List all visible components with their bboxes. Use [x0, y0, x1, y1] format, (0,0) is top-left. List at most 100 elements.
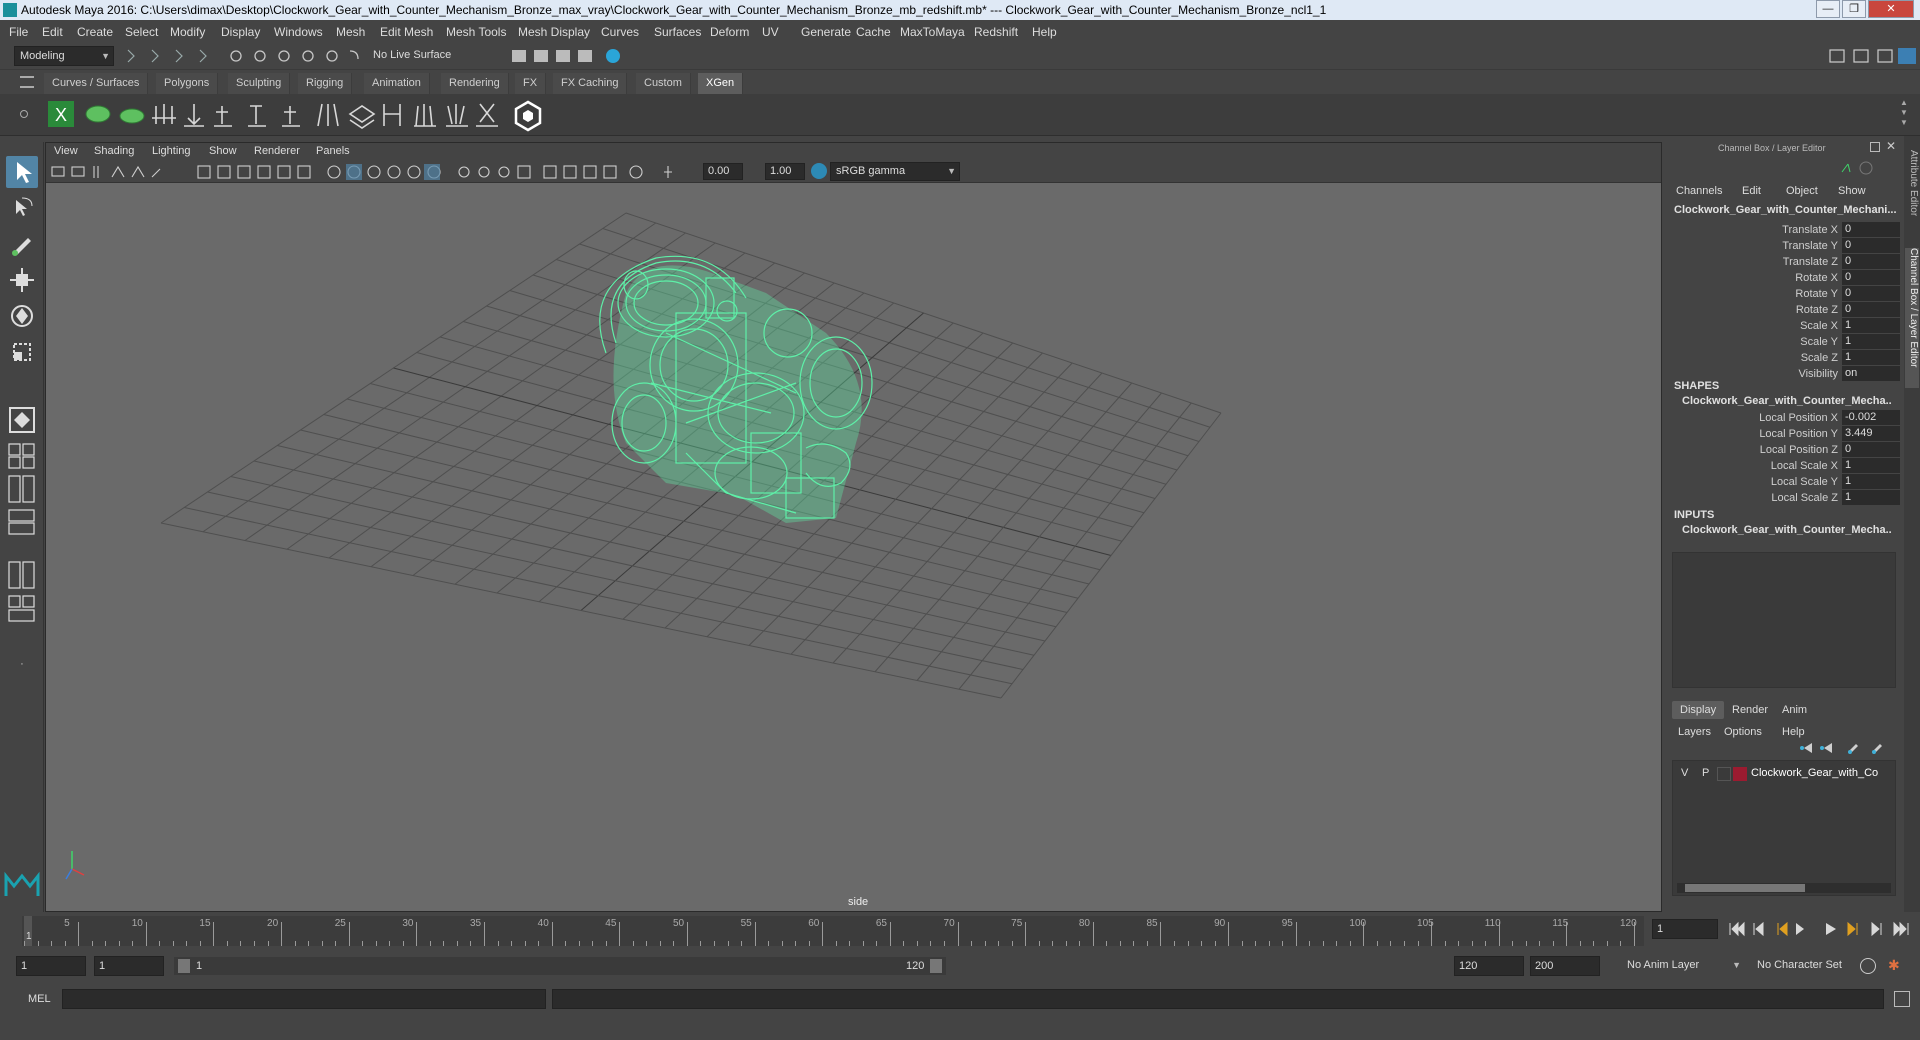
attr-row-local-scale-y[interactable]: Local Scale Y 1 — [1672, 474, 1900, 490]
attr-value-field[interactable]: 0 — [1842, 254, 1900, 269]
shelf-tab-polygons[interactable]: Polygons — [156, 73, 219, 94]
layer-menu-layers[interactable]: Layers — [1678, 726, 1711, 738]
live-surface-field[interactable]: No Live Surface — [368, 46, 466, 66]
lasso-tool-icon[interactable] — [6, 192, 38, 224]
shelf-menu-icon[interactable] — [20, 76, 34, 88]
range-start-handle[interactable] — [178, 959, 190, 973]
range-slider[interactable]: 1 120 — [174, 957, 946, 975]
menu-uv[interactable]: UV — [762, 25, 779, 39]
menu-mesh-display[interactable]: Mesh Display — [518, 25, 590, 39]
menu-mesh[interactable]: Mesh — [336, 25, 365, 39]
shelf-tab-curves-surfaces[interactable]: Curves / Surfaces — [44, 73, 149, 94]
shelf-tab-custom[interactable]: Custom — [636, 73, 691, 94]
attr-row-rotate-y[interactable]: Rotate Y 0 — [1672, 286, 1900, 302]
viewport-menu-renderer[interactable]: Renderer — [254, 145, 300, 157]
float-panel-icon[interactable] — [1870, 142, 1880, 152]
viewport-toolbar-icons[interactable] — [48, 163, 698, 181]
shelf-scroll-arrows[interactable]: ▲ ▼ ▼ — [1900, 98, 1914, 132]
select-tool-icon[interactable] — [6, 156, 38, 188]
input-node-name[interactable]: Clockwork_Gear_with_Counter_Mecha... — [1682, 524, 1892, 536]
anim-layer-dropdown[interactable]: No Anim Layer ▼ — [1622, 956, 1744, 976]
shelf-tab-sculpting[interactable]: Sculpting — [228, 73, 291, 94]
menu-edit[interactable]: Edit — [42, 25, 63, 39]
layer-action-icons[interactable] — [1794, 740, 1894, 756]
menu-modify[interactable]: Modify — [170, 25, 205, 39]
attr-value-field[interactable]: 0 — [1842, 302, 1900, 317]
shelf-tab-rendering[interactable]: Rendering — [441, 73, 509, 94]
attr-row-local-scale-z[interactable]: Local Scale Z 1 — [1672, 490, 1900, 506]
attr-value-field[interactable]: 0 — [1842, 286, 1900, 301]
workspace-icons[interactable] — [1826, 46, 1918, 66]
menu-help[interactable]: Help — [1032, 25, 1057, 39]
attribute-editor-tab[interactable]: Attribute Editor — [1905, 150, 1919, 240]
render-icons[interactable] — [508, 46, 628, 66]
channel-box-tool-icons[interactable] — [1838, 160, 1878, 176]
3d-viewport[interactable]: side — [46, 183, 1661, 911]
layer-tab-display[interactable]: Display — [1672, 701, 1725, 719]
attr-value-field[interactable]: 1 — [1842, 334, 1900, 349]
paint-select-tool-icon[interactable] — [6, 228, 38, 260]
shelf-tab-rigging[interactable]: Rigging — [298, 73, 353, 94]
minimize-button[interactable]: — — [1816, 0, 1840, 18]
shelf-settings-icon[interactable] — [20, 110, 28, 118]
attr-row-scale-y[interactable]: Scale Y 1 — [1672, 334, 1900, 350]
attr-row-scale-x[interactable]: Scale X 1 — [1672, 318, 1900, 334]
menu-maxtomaya[interactable]: MaxToMaya — [900, 25, 965, 39]
layer-menu-help[interactable]: Help — [1782, 726, 1805, 738]
attr-row-local-position-x[interactable]: Local Position X -0.002 — [1672, 410, 1900, 426]
channel-menu-edit[interactable]: Edit — [1742, 185, 1761, 197]
scene-start-field[interactable]: 1 — [16, 956, 86, 976]
layer-playback-toggle[interactable]: P — [1702, 767, 1709, 779]
layer-scrollbar[interactable] — [1677, 883, 1891, 893]
menu-surfaces[interactable]: Surfaces — [654, 25, 701, 39]
layer-name[interactable]: Clockwork_Gear_with_Co — [1751, 767, 1878, 779]
layout-preset-icons[interactable] — [6, 442, 38, 552]
playback-start-field[interactable]: 1 — [94, 956, 164, 976]
menu-redshift[interactable]: Redshift — [974, 25, 1018, 39]
attr-row-rotate-z[interactable]: Rotate Z 0 — [1672, 302, 1900, 318]
attr-value-field[interactable]: 1 — [1842, 318, 1900, 333]
script-editor-icon[interactable] — [1894, 991, 1910, 1007]
character-set-dropdown[interactable]: No Character Set — [1752, 956, 1870, 976]
attr-row-translate-x[interactable]: Translate X 0 — [1672, 222, 1900, 238]
rotate-tool-icon[interactable] — [6, 300, 38, 332]
viewport-menu-panels[interactable]: Panels — [316, 145, 350, 157]
attr-value-field[interactable]: 1 — [1842, 490, 1900, 505]
attr-value-field[interactable]: -0.002 — [1842, 410, 1900, 425]
xgen-tool-icons[interactable]: X — [44, 98, 574, 132]
gamma-field[interactable]: 1.00 — [765, 163, 805, 180]
attr-row-rotate-x[interactable]: Rotate X 0 — [1672, 270, 1900, 286]
menu-display[interactable]: Display — [221, 25, 260, 39]
preferences-icon[interactable]: ✱ — [1888, 957, 1906, 975]
maximize-button[interactable]: ❐ — [1842, 0, 1866, 18]
menu-create[interactable]: Create — [77, 25, 113, 39]
move-tool-icon[interactable] — [6, 264, 38, 296]
layer-color-swatch[interactable] — [1733, 767, 1747, 781]
attr-row-translate-y[interactable]: Translate Y 0 — [1672, 238, 1900, 254]
layer-reference-toggle[interactable] — [1717, 767, 1731, 781]
selection-mask-icons[interactable] — [124, 48, 214, 64]
attr-value-field[interactable]: 1 — [1842, 350, 1900, 365]
playback-end-field[interactable]: 120 — [1454, 956, 1524, 976]
menu-generate[interactable]: Generate — [801, 25, 851, 39]
attr-value-field[interactable]: 3.449 — [1842, 426, 1900, 441]
menu-mesh-tools[interactable]: Mesh Tools — [446, 25, 506, 39]
layer-visibility-toggle[interactable]: V — [1681, 767, 1688, 779]
layer-row[interactable]: V P Clockwork_Gear_with_Co — [1675, 765, 1893, 783]
viewport-menu-show[interactable]: Show — [209, 145, 237, 157]
playback-controls[interactable] — [1726, 920, 1916, 938]
menu-deform[interactable]: Deform — [710, 25, 749, 39]
toolbox-more-icon[interactable]: · — [14, 658, 30, 674]
shelf-tab-xgen[interactable]: XGen — [698, 73, 744, 94]
menu-file[interactable]: File — [9, 25, 28, 39]
shape-node-name[interactable]: Clockwork_Gear_with_Counter_Mecha... — [1682, 395, 1892, 407]
command-input[interactable] — [62, 989, 546, 1009]
scene-end-field[interactable]: 200 — [1530, 956, 1600, 976]
channel-menu-object[interactable]: Object — [1786, 185, 1818, 197]
attr-row-local-position-z[interactable]: Local Position Z 0 — [1672, 442, 1900, 458]
menu-cache[interactable]: Cache — [856, 25, 891, 39]
viewport-menu-shading[interactable]: Shading — [94, 145, 134, 157]
color-management-icon[interactable] — [811, 163, 827, 179]
auto-key-icon[interactable] — [1860, 958, 1876, 974]
mel-label[interactable]: MEL — [28, 993, 51, 1005]
